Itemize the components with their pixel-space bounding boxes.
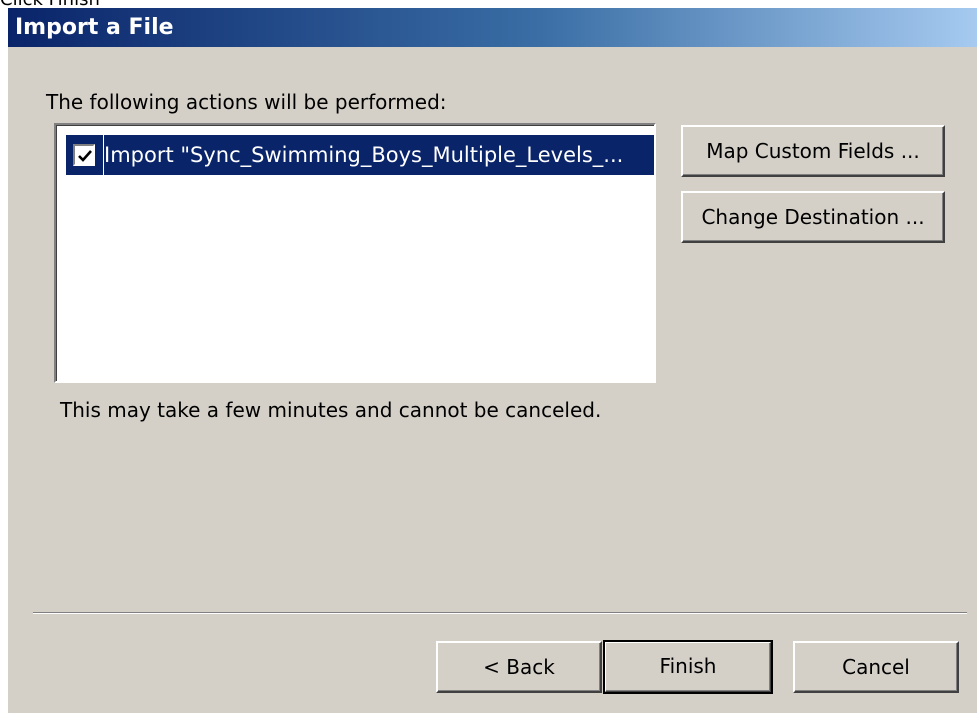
item-label: Import "Sync_Swimming_Boys_Multiple_Leve… — [104, 143, 624, 167]
title-bar[interactable]: Import a File — [8, 8, 977, 47]
import-dialog: Import a File The following actions will… — [8, 8, 977, 713]
change-destination-button[interactable]: Change Destination ... — [681, 191, 945, 243]
map-custom-fields-button[interactable]: Map Custom Fields ... — [681, 125, 945, 177]
divider — [33, 612, 967, 614]
list-item[interactable]: Import "Sync_Swimming_Boys_Multiple_Leve… — [66, 135, 654, 175]
back-button[interactable]: < Back — [436, 641, 602, 693]
actions-list[interactable]: Import "Sync_Swimming_Boys_Multiple_Leve… — [54, 123, 656, 383]
checkmark-icon — [78, 150, 92, 162]
dialog-title: Import a File — [15, 15, 174, 40]
actions-label: The following actions will be performed: — [46, 90, 447, 114]
item-label-cell: Import "Sync_Swimming_Boys_Multiple_Leve… — [104, 135, 654, 175]
page: Click Finish Import a File The following… — [0, 0, 977, 713]
item-checkbox[interactable] — [73, 144, 95, 166]
finish-button[interactable]: Finish — [603, 640, 773, 694]
warning-note: This may take a few minutes and cannot b… — [60, 398, 602, 422]
checkbox-cell — [66, 135, 103, 175]
cancel-button[interactable]: Cancel — [793, 641, 959, 693]
